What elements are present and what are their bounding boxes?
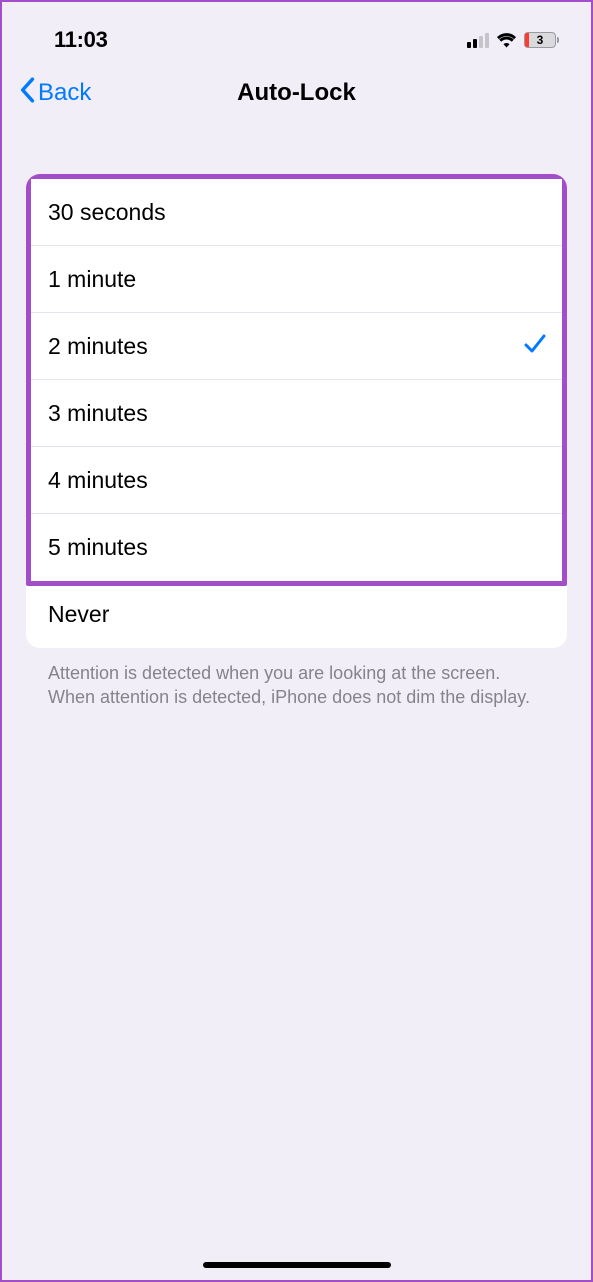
status-bar: 11:03 3 — [2, 2, 591, 60]
option-5-minutes[interactable]: 5 minutes — [31, 514, 562, 581]
status-icons: 3 — [467, 32, 559, 48]
back-label: Back — [38, 79, 91, 107]
option-label: 3 minutes — [48, 400, 148, 427]
option-label: 5 minutes — [48, 534, 148, 561]
chevron-left-icon — [18, 77, 36, 110]
auto-lock-options-list: 30 seconds 1 minute 2 minutes 3 minutes … — [26, 174, 567, 648]
option-never[interactable]: Never — [26, 581, 567, 648]
home-indicator[interactable] — [203, 1262, 391, 1268]
option-label: Never — [48, 601, 109, 628]
option-label: 30 seconds — [48, 199, 166, 226]
highlighted-options-group: 30 seconds 1 minute 2 minutes 3 minutes … — [26, 174, 567, 586]
back-button[interactable]: Back — [18, 77, 91, 110]
option-label: 2 minutes — [48, 333, 148, 360]
option-label: 1 minute — [48, 266, 136, 293]
option-2-minutes[interactable]: 2 minutes — [31, 313, 562, 380]
wifi-icon — [496, 33, 517, 48]
footer-description: Attention is detected when you are looki… — [26, 648, 567, 710]
option-3-minutes[interactable]: 3 minutes — [31, 380, 562, 447]
status-time: 11:03 — [54, 27, 108, 53]
checkmark-icon — [523, 333, 547, 360]
navigation-bar: Back Auto-Lock — [2, 60, 591, 124]
option-4-minutes[interactable]: 4 minutes — [31, 447, 562, 514]
content-area: 30 seconds 1 minute 2 minutes 3 minutes … — [2, 124, 591, 710]
battery-percent: 3 — [537, 33, 544, 47]
cellular-signal-icon — [467, 33, 489, 48]
page-title: Auto-Lock — [237, 79, 356, 107]
option-30-seconds[interactable]: 30 seconds — [31, 179, 562, 246]
battery-icon: 3 — [524, 32, 559, 48]
option-1-minute[interactable]: 1 minute — [31, 246, 562, 313]
option-label: 4 minutes — [48, 467, 148, 494]
